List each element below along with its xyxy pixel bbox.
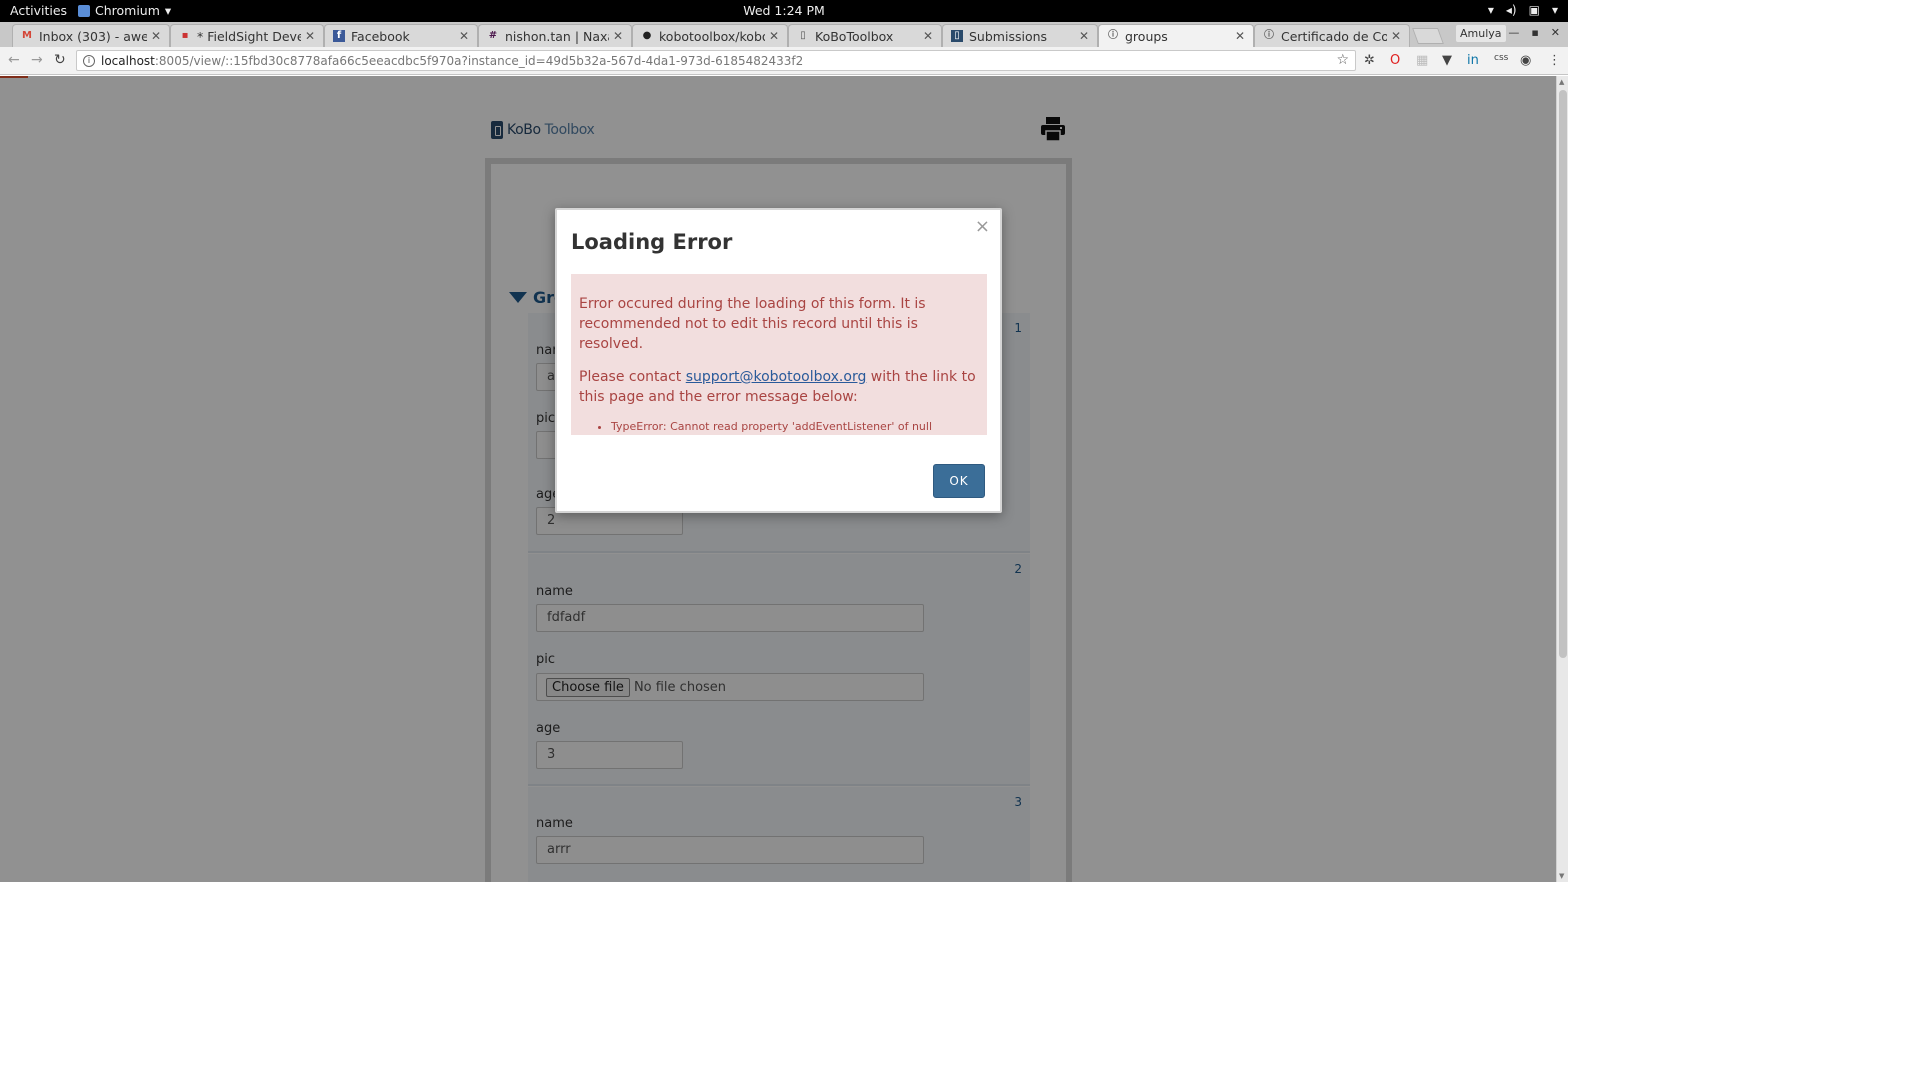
profile-button[interactable]: Amulya (1456, 25, 1506, 42)
slack-icon: # (488, 30, 498, 41)
opera-icon[interactable]: O (1390, 53, 1400, 68)
tab-inbox[interactable]: M Inbox (303) - awen ✕ (12, 24, 170, 47)
tab-certificado[interactable]: ⓘ Certificado de Com ✕ (1254, 24, 1410, 47)
tab-label: Submissions (969, 28, 1048, 44)
activities-button[interactable]: Activities (10, 3, 67, 18)
gmail-icon: M (22, 30, 32, 41)
close-icon[interactable]: ✕ (459, 29, 469, 43)
css-extension-icon[interactable]: css (1494, 53, 1508, 63)
close-icon[interactable]: ✕ (1235, 29, 1245, 43)
volume-icon: ◂) (1505, 3, 1517, 17)
chromium-icon (78, 4, 90, 17)
scroll-down-icon[interactable]: ▼ (1559, 872, 1564, 880)
close-icon[interactable]: ✕ (769, 29, 779, 43)
tab-submissions[interactable]: ▯ Submissions ✕ (942, 24, 1098, 47)
scroll-up-icon[interactable]: ▲ (1559, 78, 1564, 86)
tab-kobotoolbox[interactable]: ▯ KoBoToolbox ✕ (788, 24, 942, 47)
contact-prefix: Please contact (579, 369, 686, 385)
support-email-link[interactable]: support@kobotoolbox.org (686, 369, 867, 385)
dialog-title: Loading Error (571, 230, 733, 254)
system-tray[interactable]: ▾ ◂) ▣ ▾ (1488, 3, 1558, 17)
tab-label: KoBoToolbox (815, 28, 894, 44)
close-icon[interactable]: ✕ (923, 29, 933, 43)
bookmark-star-icon[interactable]: ☆ (1336, 52, 1349, 68)
close-icon[interactable]: ✕ (151, 29, 161, 43)
minimize-icon[interactable]: — (1508, 26, 1519, 39)
wifi-icon: ▾ (1487, 3, 1494, 17)
browser-toolbar: ← → ↻ i localhost :8005/view/::15fbd30c8… (0, 47, 1568, 75)
ok-button[interactable]: OK (933, 464, 985, 498)
extension-icon[interactable]: ✲ (1364, 53, 1375, 68)
close-icon[interactable]: ✕ (1079, 29, 1089, 43)
menu-dots-icon[interactable]: ⋮ (1548, 53, 1561, 68)
back-arrow-icon[interactable]: ← (8, 52, 20, 68)
tab-label: Inbox (303) - awen (39, 28, 147, 44)
tab-label: kobotoolbox/kobo (659, 28, 765, 44)
system-top-bar: Activities Chromium ▾ Wed 1:24 PM ▾ ◂) ▣… (0, 0, 1568, 22)
app-menu[interactable]: Chromium ▾ (78, 3, 171, 18)
linkedin-icon[interactable]: in (1467, 53, 1479, 68)
error-message: Error occured during the loading of this… (579, 296, 926, 352)
site-info-icon[interactable]: i (83, 54, 95, 67)
extension-icon[interactable]: ▦ (1416, 53, 1428, 68)
maximize-icon[interactable]: ▪ (1531, 26, 1538, 39)
app-menu-label: Chromium (95, 3, 160, 18)
kobo-icon: ▯ (951, 30, 963, 42)
tab-github[interactable]: ● kobotoolbox/kobo ✕ (632, 24, 788, 47)
vue-devtools-icon[interactable]: ▼ (1442, 53, 1452, 68)
url-path: :8005/view/::15fbd30c8778afa66c5eeacdbc5… (154, 53, 804, 68)
tab-label: Facebook (351, 28, 410, 44)
chevron-down-icon: ▾ (1551, 3, 1558, 17)
facebook-icon: f (333, 30, 345, 42)
page-icon: ▯ (800, 30, 806, 41)
tab-facebook[interactable]: f Facebook ✕ (324, 24, 478, 47)
tab-groups[interactable]: ⓘ groups ✕ (1098, 24, 1254, 47)
tab-label: groups (1125, 28, 1168, 44)
loading-error-dialog: × Loading Error Error occured during the… (555, 208, 1002, 513)
tab-label: Certificado de Com (1281, 28, 1387, 44)
address-bar[interactable]: i localhost :8005/view/::15fbd30c8778afa… (76, 50, 1356, 71)
tab-slack[interactable]: # nishon.tan | Naxa S ✕ (478, 24, 632, 47)
close-icon[interactable]: ✕ (1391, 29, 1401, 43)
chevron-down-icon: ▾ (164, 3, 172, 18)
url-host: localhost (101, 53, 155, 68)
contact-message: Please contact support@kobotoolbox.org w… (579, 367, 979, 407)
tab-strip: M Inbox (303) - awen ✕ ▪ * FieldSight De… (0, 22, 1568, 47)
close-icon[interactable]: ✕ (1551, 26, 1560, 39)
page-scrollbar[interactable]: ▲ ▼ (1556, 76, 1568, 882)
error-alert: Error occured during the loading of this… (571, 274, 987, 435)
github-icon: ● (642, 30, 652, 41)
tab-fieldsight[interactable]: ▪ * FieldSight Develo ✕ (170, 24, 324, 47)
extension-icon[interactable]: ◉ (1520, 53, 1531, 68)
tab-label: * FieldSight Develo (197, 28, 301, 44)
forward-arrow-icon[interactable]: → (31, 52, 43, 68)
window-controls: — ▪ ✕ (1508, 26, 1560, 39)
close-icon[interactable]: × (975, 216, 990, 237)
error-item: TypeError: Cannot read property 'addEven… (611, 420, 979, 434)
reload-icon[interactable]: ↻ (54, 52, 66, 68)
close-icon[interactable]: ✕ (305, 29, 315, 43)
info-icon: ⓘ (1108, 30, 1118, 41)
clock: Wed 1:24 PM (743, 3, 825, 18)
new-tab-button[interactable] (1412, 28, 1444, 44)
close-icon[interactable]: ✕ (613, 29, 623, 43)
fieldsight-icon: ▪ (181, 30, 189, 41)
tab-label: nishon.tan | Naxa S (505, 28, 609, 44)
scrollbar-thumb[interactable] (1559, 90, 1567, 658)
clipboard-icon: ▣ (1528, 3, 1540, 17)
error-list: TypeError: Cannot read property 'addEven… (611, 420, 979, 434)
info-icon: ⓘ (1264, 30, 1274, 41)
